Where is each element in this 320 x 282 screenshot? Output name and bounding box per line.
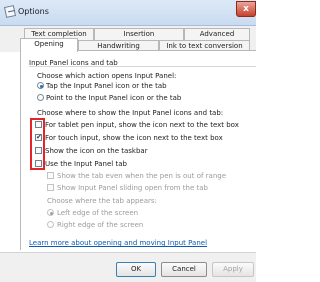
close-button[interactable]: x xyxy=(236,1,256,17)
learn-more-link[interactable]: Learn more about opening and moving Inpu… xyxy=(29,239,207,247)
checkbox-taskbar-label: Show the icon on the taskbar xyxy=(45,147,148,155)
ok-button[interactable]: OK xyxy=(116,262,156,277)
checkbox-show-tab-out-of-range[interactable] xyxy=(47,172,54,179)
title-bar: Options x xyxy=(0,0,256,26)
radio-point-input-panel[interactable] xyxy=(37,94,44,101)
cancel-button[interactable]: Cancel xyxy=(161,262,207,277)
checkbox-sliding-open[interactable] xyxy=(47,184,54,191)
tab-advanced[interactable]: Advanced xyxy=(184,28,250,40)
window-title: Options xyxy=(18,7,49,16)
radio-right-edge[interactable] xyxy=(47,221,54,228)
show-where-label: Choose where to show the Input Panel ico… xyxy=(37,109,224,117)
radio-point-label: Point to the Input Panel icon or the tab xyxy=(46,94,182,102)
checkbox-touch-label: For touch input, show the icon next to t… xyxy=(45,134,223,142)
highlight-box xyxy=(30,118,45,170)
checkbox-sliding-label: Show Input Panel sliding open from the t… xyxy=(57,184,209,192)
radio-tap-label: Tap the Input Panel icon or the tab xyxy=(46,82,167,90)
checkbox-tablet-pen-label: For tablet pen input, show the icon next… xyxy=(45,121,239,129)
tab-insertion[interactable]: Insertion xyxy=(94,28,184,40)
close-icon: x xyxy=(243,4,249,14)
radio-left-edge[interactable] xyxy=(47,209,54,216)
pen-icon xyxy=(3,5,17,18)
radio-tap-input-panel[interactable] xyxy=(37,82,44,89)
apply-button[interactable]: Apply xyxy=(212,262,254,277)
open-action-label: Choose which action opens Input Panel: xyxy=(37,72,177,80)
checkbox-out-of-range-label: Show the tab even when the pen is out of… xyxy=(57,172,227,180)
radio-left-edge-label: Left edge of the screen xyxy=(57,209,139,217)
checkbox-use-tab-label: Use the Input Panel tab xyxy=(45,160,127,168)
tab-appears-label: Choose where the tab appears: xyxy=(47,197,157,205)
radio-right-edge-label: Right edge of the screen xyxy=(57,221,144,229)
tab-opening[interactable]: Opening xyxy=(20,38,78,52)
group-divider xyxy=(29,66,256,67)
